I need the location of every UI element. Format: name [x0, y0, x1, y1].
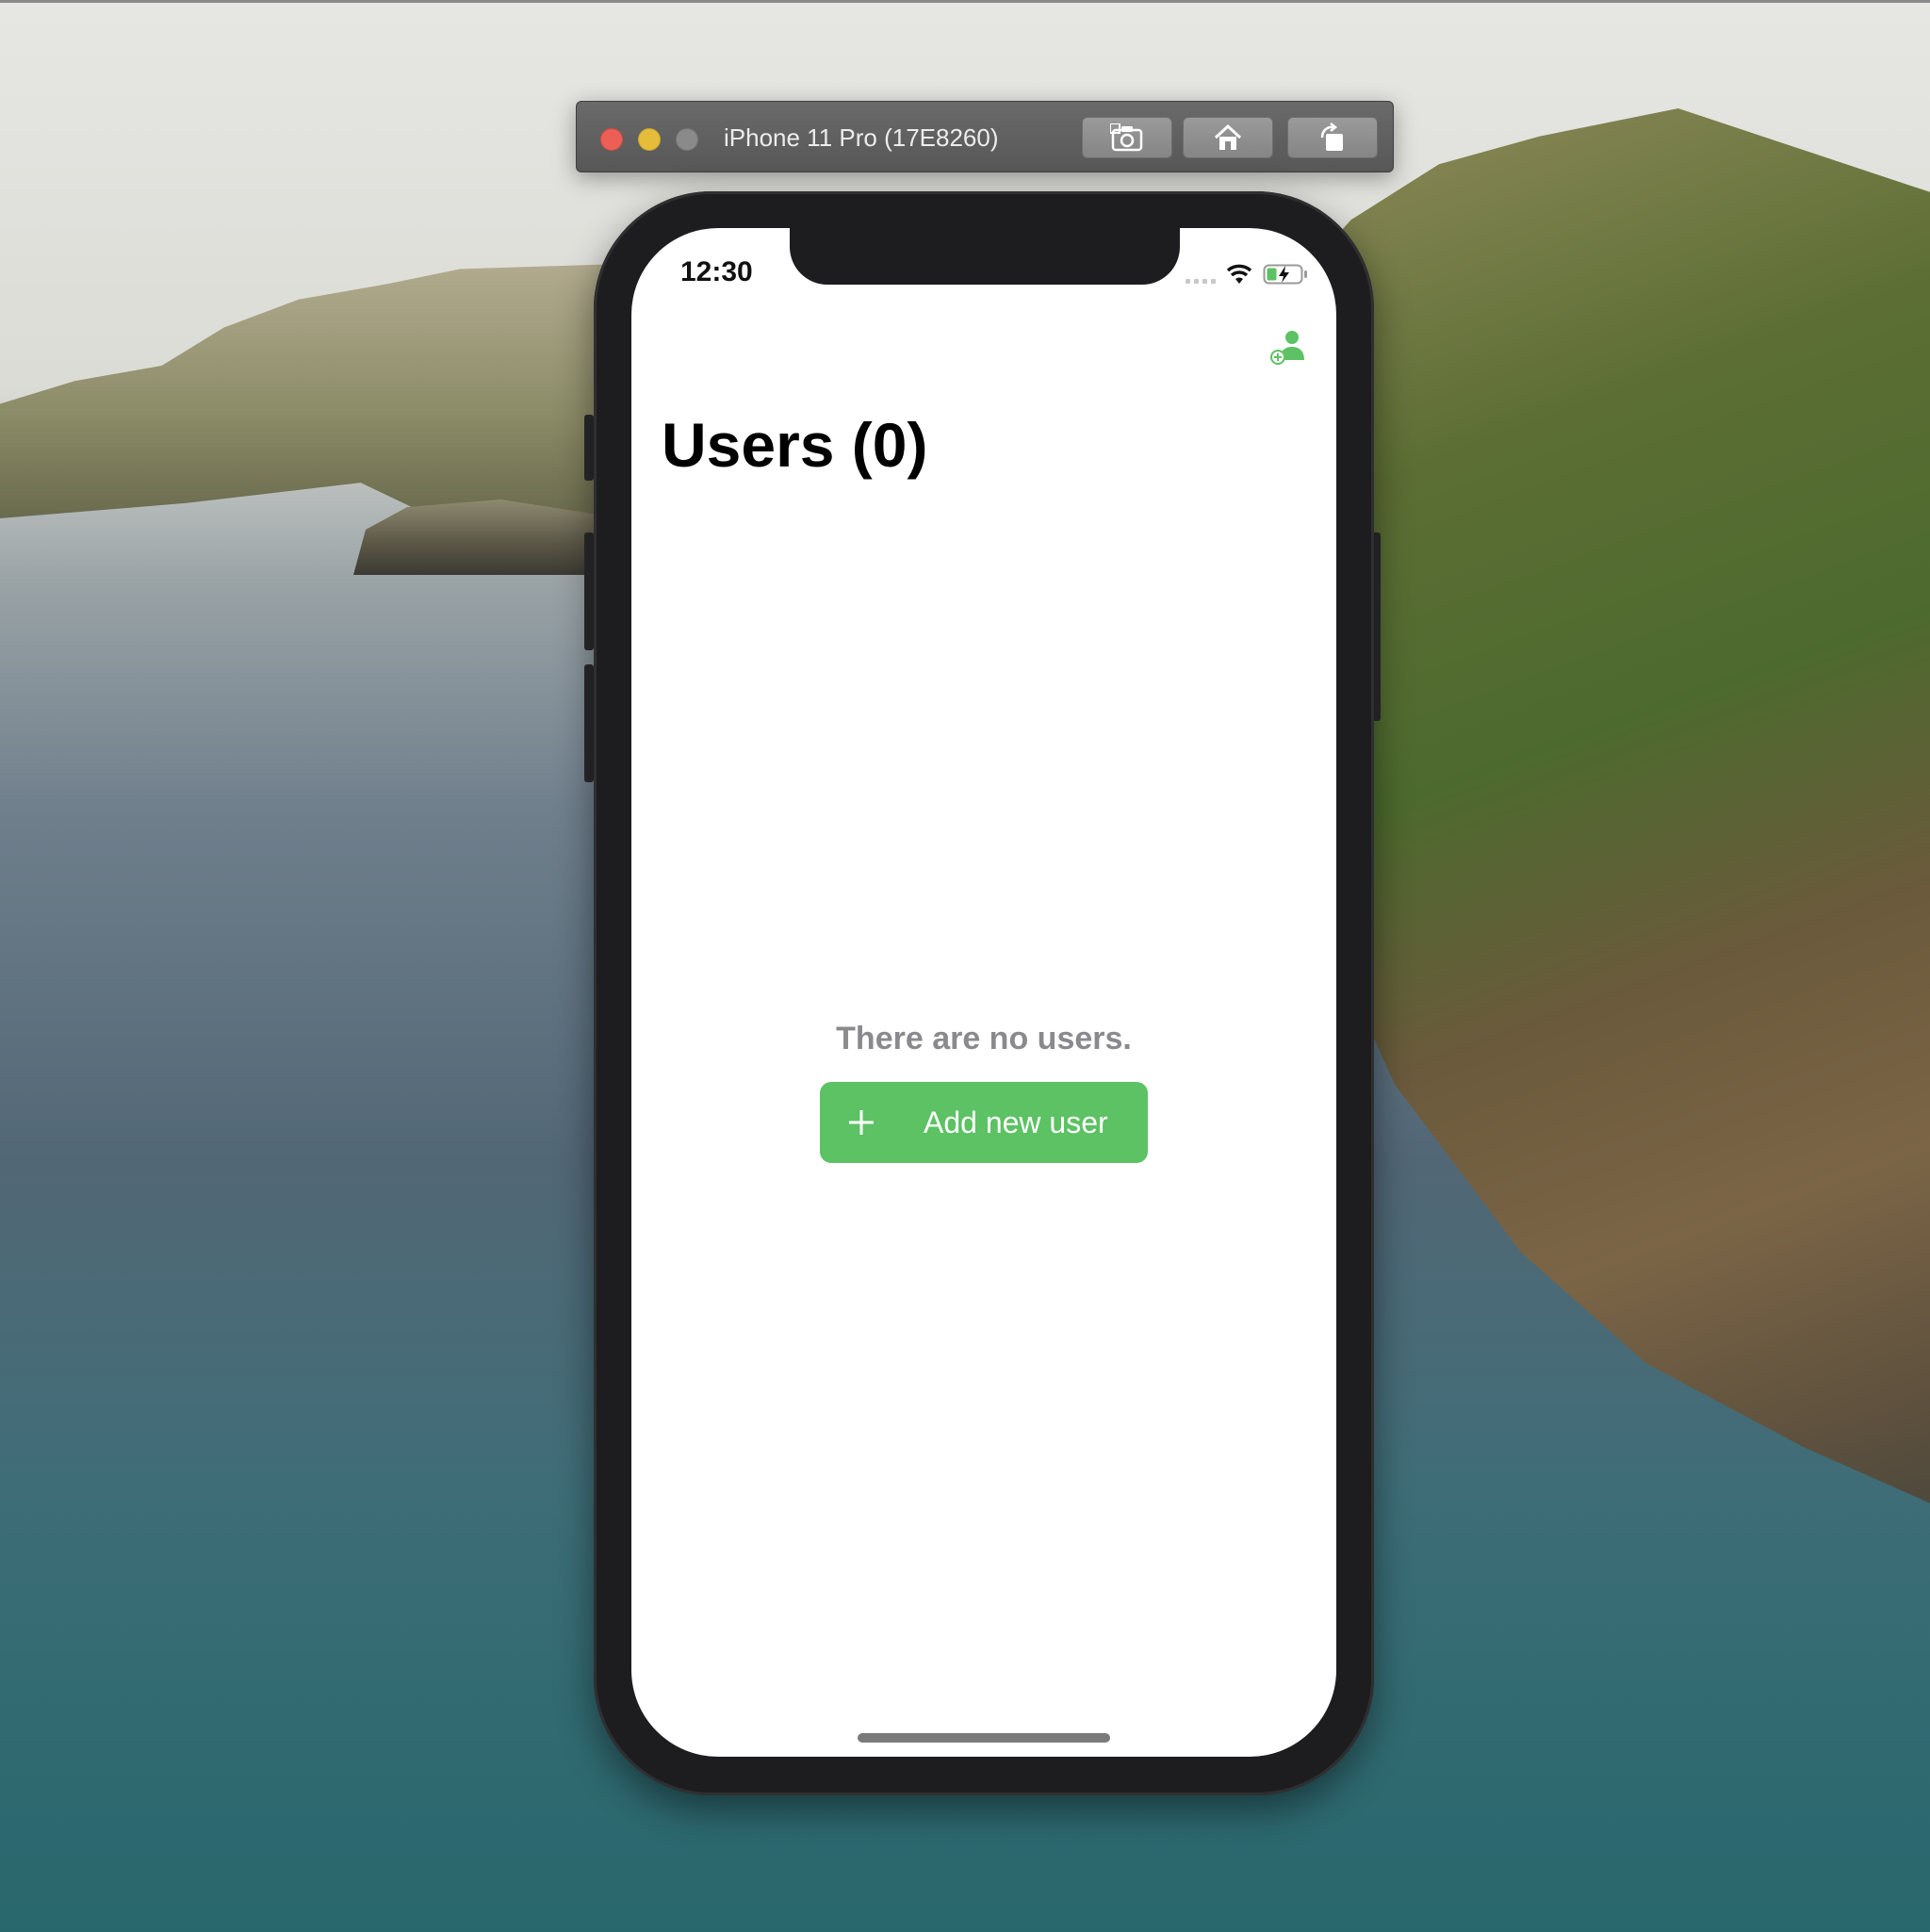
wifi-icon	[1226, 264, 1252, 284]
window-minimize-button[interactable]	[638, 128, 661, 151]
add-new-user-label: Add new user	[924, 1105, 1108, 1139]
cellular-signal-icon	[1186, 265, 1216, 284]
plus-icon	[846, 1107, 876, 1138]
simulator-titlebar[interactable]: iPhone 11 Pro (17E8260)	[576, 101, 1394, 172]
add-new-user-button[interactable]: Add new user	[820, 1082, 1148, 1163]
status-time: 12:30	[680, 256, 753, 287]
person-add-icon	[1270, 331, 1304, 365]
empty-state-message: There are no users.	[836, 1021, 1132, 1056]
add-user-nav-button[interactable]	[1268, 327, 1310, 368]
home-icon	[1214, 123, 1242, 150]
screen-top-edge	[0, 0, 1930, 3]
right-cliffs	[1300, 108, 1930, 1503]
page-title: Users (0)	[662, 410, 928, 480]
desktop-background: iPhone 11 Pro (17E8260) 12:30 Users (0) …	[0, 0, 1930, 1932]
volume-up-button	[584, 532, 594, 650]
phone-screen: 12:30 Users (0) There are no users. Add …	[631, 228, 1336, 1757]
rocky-islet	[353, 499, 598, 575]
notch	[790, 228, 1180, 285]
volume-down-button	[584, 664, 594, 782]
home-indicator[interactable]	[858, 1733, 1110, 1743]
rotate-icon	[1320, 123, 1343, 151]
battery-charging-icon	[1263, 264, 1307, 285]
window-zoom-button[interactable]	[676, 128, 698, 151]
home-button[interactable]	[1183, 117, 1273, 158]
window-close-button[interactable]	[600, 128, 623, 151]
screenshot-icon	[1110, 123, 1143, 152]
mute-switch	[584, 415, 594, 481]
screenshot-button[interactable]	[1082, 117, 1172, 158]
left-hills	[0, 264, 622, 518]
rotate-button[interactable]	[1287, 117, 1378, 158]
status-indicators	[1186, 260, 1308, 288]
simulator-title: iPhone 11 Pro (17E8260)	[724, 123, 999, 152]
